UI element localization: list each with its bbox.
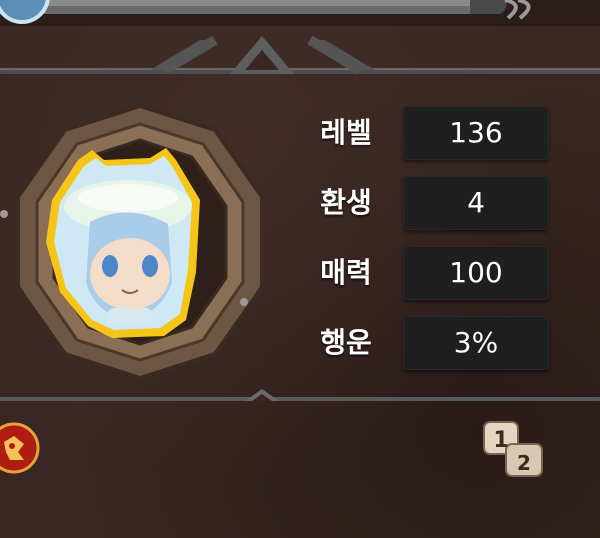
stat-value-box-charm: 100: [403, 246, 549, 300]
stat-row-luck: 행운 3%: [300, 316, 560, 370]
stat-value-box-rebirth: 4: [403, 176, 549, 230]
stat-value-charm: 100: [449, 256, 503, 289]
page-1-2-toggle-icon: 1 2: [483, 421, 543, 477]
page-number-2: 2: [517, 451, 531, 475]
stat-label-rebirth: 환생: [320, 186, 372, 219]
stat-value-box-luck: 3%: [403, 316, 549, 370]
stat-row-charm: 매력 100: [300, 246, 560, 300]
stat-label-level: 레벨: [320, 116, 372, 149]
stat-value-box-level: 136: [403, 106, 549, 160]
top-ornament: [0, 35, 600, 75]
stat-label-charm: 매력: [320, 256, 372, 289]
character-portrait-icon: [0, 103, 264, 380]
stats-panel: 레벨 136 환생 4 매력 100 행운 3%: [300, 106, 560, 376]
stat-row-rebirth: 환생 4: [300, 176, 560, 230]
stat-value-luck: 3%: [453, 326, 499, 359]
top-bar: [0, 0, 600, 26]
stat-row-level: 레벨 136: [300, 106, 560, 160]
stat-value-rebirth: 4: [467, 186, 485, 219]
stat-label-luck: 행운: [320, 326, 372, 359]
red-emblem-icon[interactable]: [0, 422, 40, 474]
page-number-1: 1: [493, 428, 508, 453]
stat-value-level: 136: [449, 116, 503, 149]
page-switch-button[interactable]: 1 2: [480, 418, 548, 482]
bottom-divider: [0, 389, 600, 401]
